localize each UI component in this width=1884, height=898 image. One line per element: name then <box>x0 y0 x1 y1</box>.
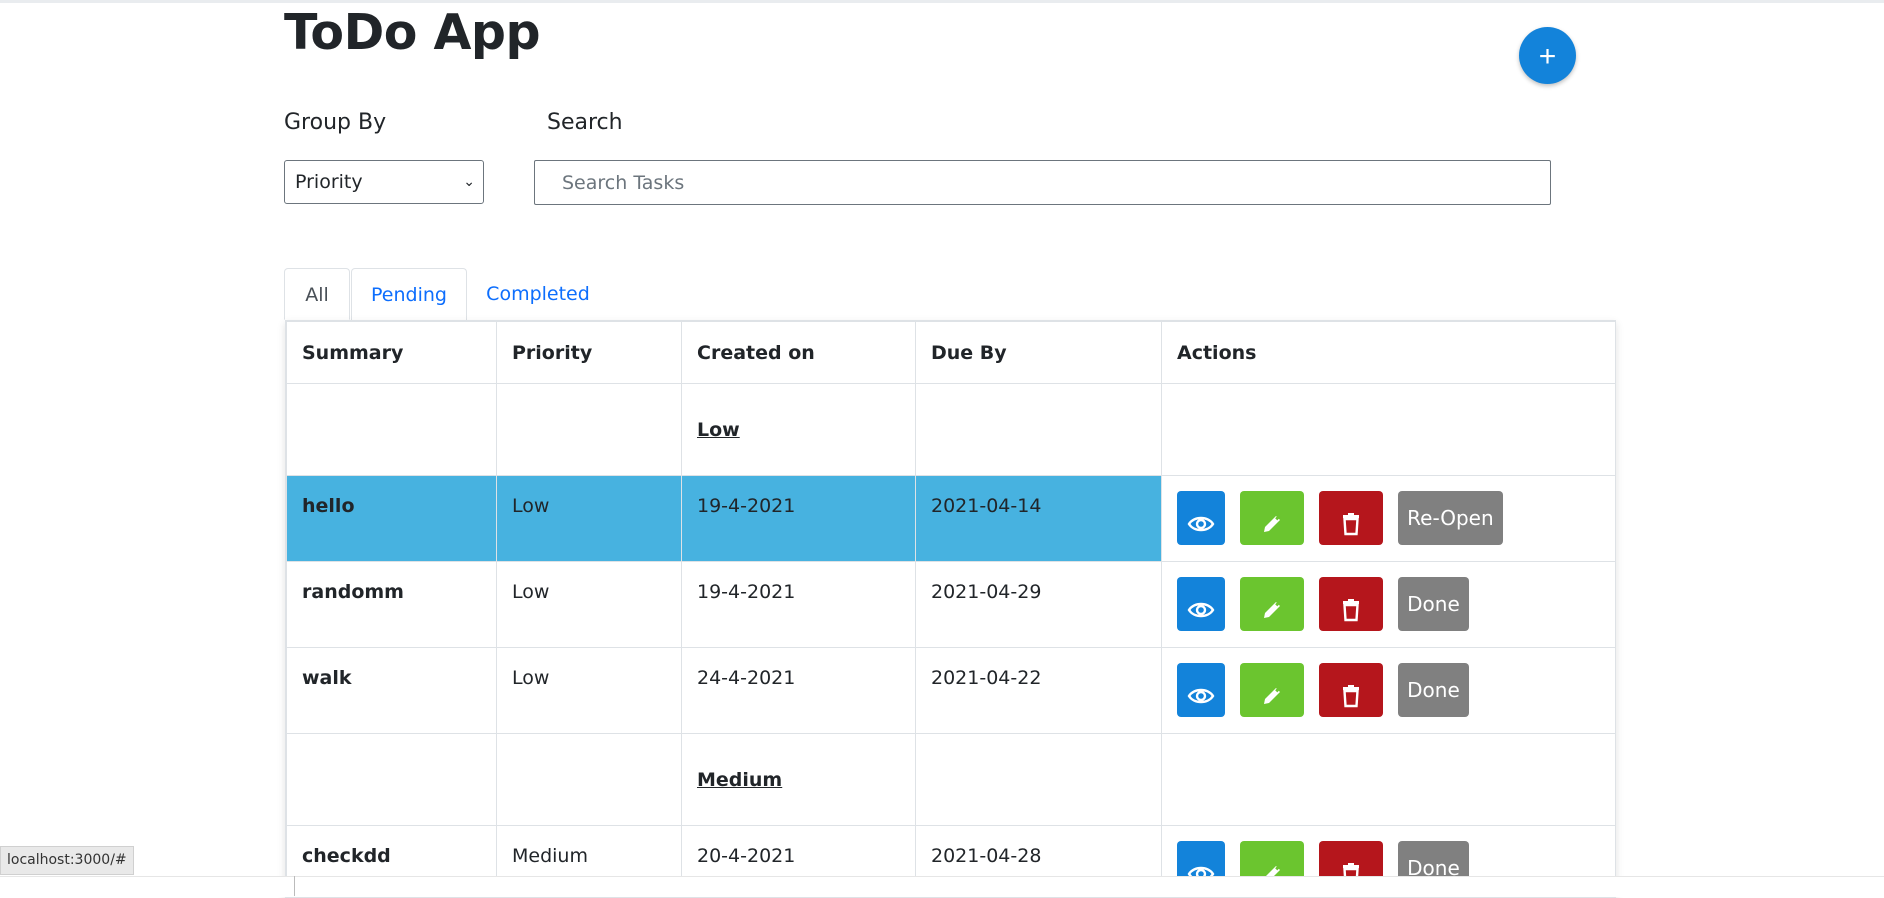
table-row[interactable]: hello Low 19-4-2021 2021-04-14 Re-Open <box>287 476 1616 562</box>
view-button[interactable] <box>1177 491 1225 545</box>
task-created-on: 19-4-2021 <box>682 476 916 562</box>
table-header-row: Summary Priority Created on Due By Actio… <box>287 322 1616 384</box>
status-url-tooltip: localhost:3000/# <box>0 846 134 875</box>
search-label: Search <box>547 110 623 135</box>
bottom-edge <box>0 876 1884 897</box>
plus-icon: + <box>1539 40 1557 73</box>
task-due-by: 2021-04-14 <box>916 476 1162 562</box>
delete-button[interactable] <box>1319 491 1383 545</box>
tab-pending[interactable]: Pending <box>351 268 467 320</box>
tasks-table: Summary Priority Created on Due By Actio… <box>285 320 1616 898</box>
chevron-down-icon: ⌄ <box>463 161 475 203</box>
delete-button[interactable] <box>1319 663 1383 717</box>
task-summary: walk <box>287 648 497 734</box>
tab-all[interactable]: All <box>284 268 350 320</box>
pencil-icon <box>1260 512 1284 536</box>
view-button[interactable] <box>1177 663 1225 717</box>
edit-button[interactable] <box>1240 491 1304 545</box>
column-header-priority[interactable]: Priority <box>497 322 682 384</box>
group-name: Medium <box>682 734 916 826</box>
view-button[interactable] <box>1177 577 1225 631</box>
group-row-medium: Medium <box>287 734 1616 826</box>
trash-icon <box>1341 512 1361 536</box>
task-summary: hello <box>287 476 497 562</box>
add-task-button[interactable]: + <box>1519 27 1576 84</box>
column-header-due-by[interactable]: Due By <box>916 322 1162 384</box>
task-due-by: 2021-04-22 <box>916 648 1162 734</box>
done-button[interactable]: Done <box>1398 577 1469 631</box>
pencil-icon <box>1260 684 1284 708</box>
group-by-select[interactable]: Priority ⌄ <box>284 160 484 204</box>
group-by-label: Group By <box>284 110 386 135</box>
table-row[interactable]: walk Low 24-4-2021 2021-04-22 Done <box>287 648 1616 734</box>
pencil-icon <box>1260 598 1284 622</box>
tab-completed[interactable]: Completed <box>468 268 608 320</box>
divider <box>294 876 295 896</box>
task-due-by: 2021-04-29 <box>916 562 1162 648</box>
column-header-actions: Actions <box>1162 322 1616 384</box>
column-header-created-on[interactable]: Created on <box>682 322 916 384</box>
eye-icon <box>1187 598 1215 622</box>
task-actions: Re-Open <box>1162 476 1616 562</box>
done-button[interactable]: Done <box>1398 663 1469 717</box>
eye-icon <box>1187 512 1215 536</box>
group-row-low: Low <box>287 384 1616 476</box>
reopen-button[interactable]: Re-Open <box>1398 491 1503 545</box>
search-input[interactable] <box>534 160 1551 205</box>
task-summary: randomm <box>287 562 497 648</box>
trash-icon <box>1341 598 1361 622</box>
task-created-on: 24-4-2021 <box>682 648 916 734</box>
edit-button[interactable] <box>1240 663 1304 717</box>
task-created-on: 19-4-2021 <box>682 562 916 648</box>
task-priority: Low <box>497 648 682 734</box>
edit-button[interactable] <box>1240 577 1304 631</box>
group-name: Low <box>682 384 916 476</box>
task-priority: Low <box>497 562 682 648</box>
top-border <box>0 0 1884 3</box>
task-actions: Done <box>1162 562 1616 648</box>
trash-icon <box>1341 684 1361 708</box>
delete-button[interactable] <box>1319 577 1383 631</box>
eye-icon <box>1187 684 1215 708</box>
table-row[interactable]: randomm Low 19-4-2021 2021-04-29 Done <box>287 562 1616 648</box>
task-priority: Low <box>497 476 682 562</box>
task-actions: Done <box>1162 648 1616 734</box>
column-header-summary[interactable]: Summary <box>287 322 497 384</box>
page-title: ToDo App <box>284 4 540 61</box>
group-by-value: Priority <box>295 171 363 193</box>
